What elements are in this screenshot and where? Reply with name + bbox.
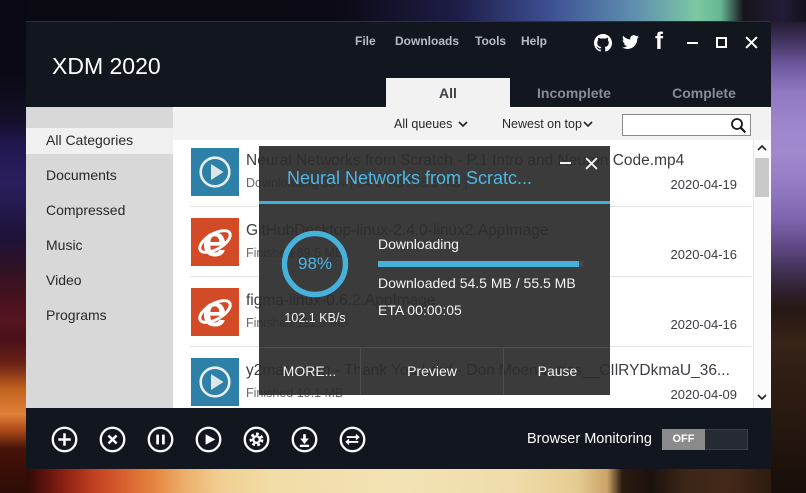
svg-text:e: e — [202, 288, 226, 336]
svg-text:e: e — [202, 218, 226, 266]
